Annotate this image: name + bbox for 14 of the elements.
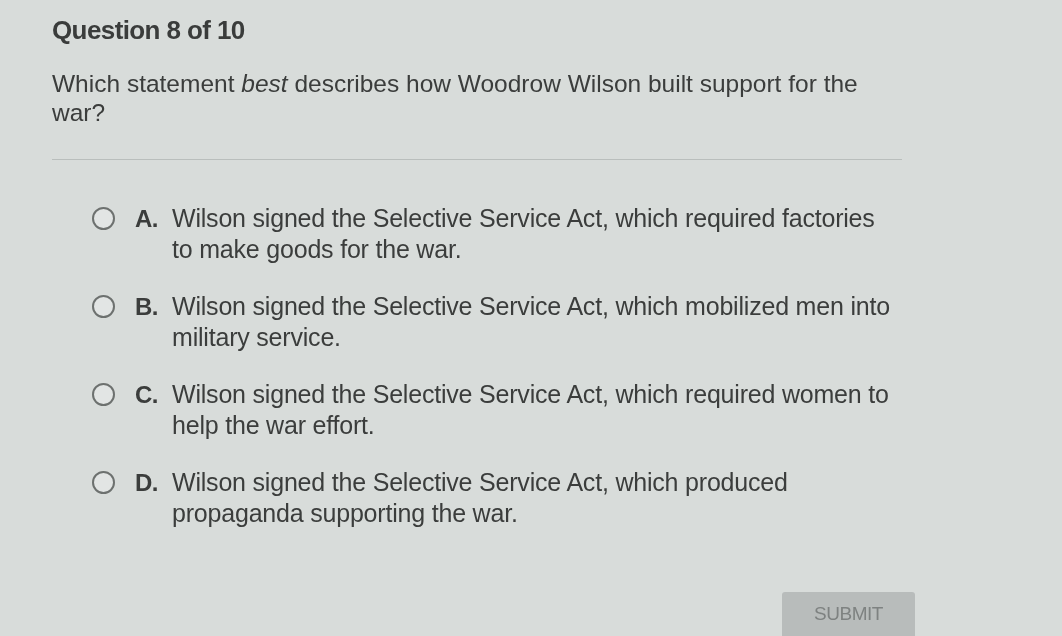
radio-button[interactable] xyxy=(92,207,115,230)
question-text: Which statement best describes how Woodrow Wilson built support for the war? xyxy=(52,69,859,127)
question-counter: Question 8 of 10 xyxy=(52,15,245,45)
radio-button[interactable] xyxy=(92,295,115,318)
option-text: Wilson signed the Selective Service Act, which required factories to make goods for the war. xyxy=(172,203,876,265)
option-text: Wilson signed the Selective Service Act, which produced propaganda supporting the war. xyxy=(172,467,789,529)
option-letter: C. xyxy=(135,380,159,410)
radio-button[interactable] xyxy=(92,471,115,494)
option-letter: B. xyxy=(135,292,159,322)
option-letter: D. xyxy=(135,468,159,498)
option-text: Wilson signed the Selective Service Act, which mobilized men into military service. xyxy=(172,291,891,353)
option-text: Wilson signed the Selective Service Act, which required women to help the war effort. xyxy=(172,379,890,441)
radio-button[interactable] xyxy=(92,383,115,406)
option-letter: A. xyxy=(135,204,159,234)
